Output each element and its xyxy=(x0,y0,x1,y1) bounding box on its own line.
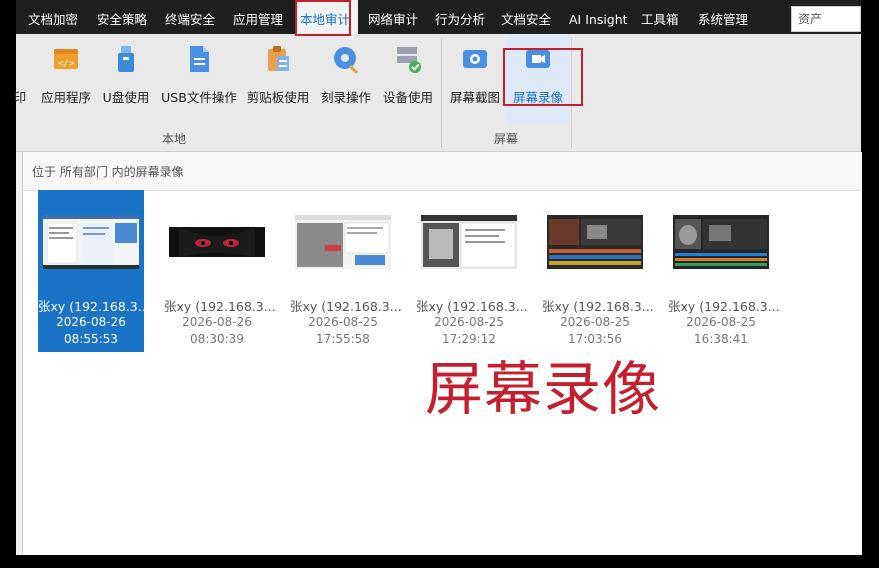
recording-date: 2026-08-25 xyxy=(308,315,378,329)
ribbon-item-label: 设备使用 xyxy=(382,90,433,105)
recording-item[interactable]: 张xy (192.168.3... 2026-08-26 08:30:39 xyxy=(164,190,276,352)
recording-item[interactable]: 张xy (192.168.3... 2026-08-25 17:29:12 xyxy=(416,190,528,352)
recording-user: 张xy (192.168.3... xyxy=(416,299,528,314)
recording-item[interactable]: 张xy (192.168.3... 2026-08-26 08:55:53 xyxy=(38,190,150,352)
ribbon-item-device-usage[interactable]: 设备使用 xyxy=(380,34,436,134)
ribbon-item-label: U盘使用 xyxy=(102,90,150,105)
ribbon-item-application[interactable]: </> 应用程序 xyxy=(38,34,94,134)
usb-drive-icon xyxy=(118,46,134,72)
tab-toolbox[interactable]: 工具箱 xyxy=(641,0,679,34)
ribbon-group-separator xyxy=(571,38,572,148)
ribbon-toolbar: 印 </> 应用程序 U盘使用 USB文件操作 剪贴板使用 刻录操作 设备使用 … xyxy=(14,34,861,152)
tab-app-management[interactable]: 应用管理 xyxy=(233,0,283,34)
recording-time: 08:55:53 xyxy=(64,332,118,346)
recording-user: 张xy (192.168.3... xyxy=(668,299,780,314)
disc-icon xyxy=(334,47,359,74)
tab-behavior-analysis[interactable]: 行为分析 xyxy=(435,0,485,34)
recording-date: 2026-08-25 xyxy=(560,315,630,329)
top-tab-bar: 文档加密 安全策略 终端安全 应用管理 本地审计 网络审计 行为分析 文档安全 … xyxy=(16,0,861,34)
document-icon xyxy=(190,46,209,72)
ribbon-item-label: 应用程序 xyxy=(40,90,91,105)
code-window-icon: </> xyxy=(54,49,78,69)
tab-local-audit[interactable]: 本地审计 xyxy=(296,0,358,34)
recording-date: 2026-08-26 xyxy=(56,315,126,329)
ribbon-item-screen-recording[interactable]: 屏幕录像 xyxy=(506,34,570,124)
clipboard-icon xyxy=(268,46,289,71)
ribbon-item-label: 印 xyxy=(13,90,27,105)
location-path: 位于 所有部门 内的屏幕录像 xyxy=(32,165,184,179)
ribbon-group-separator xyxy=(441,38,442,148)
recording-user: 张xy (192.168.3... xyxy=(38,299,150,314)
recording-user: 张xy (192.168.3... xyxy=(164,299,276,314)
ribbon-item-usb-file-ops[interactable]: USB文件操作 xyxy=(159,34,239,134)
tab-security-policy[interactable]: 安全策略 xyxy=(97,0,147,34)
ribbon-item-label: 刻录操作 xyxy=(320,90,371,105)
svg-text:</>: </> xyxy=(58,59,75,69)
ribbon-group-local-label: 本地 xyxy=(162,132,187,146)
ribbon-item-clipboard[interactable]: 剪贴板使用 xyxy=(245,34,311,134)
recording-user: 张xy (192.168.3... xyxy=(290,299,402,314)
recording-thumbnail xyxy=(169,215,265,269)
video-camera-icon xyxy=(526,50,550,68)
tab-doc-security[interactable]: 文档安全 xyxy=(501,0,551,34)
tab-network-audit[interactable]: 网络审计 xyxy=(368,0,418,34)
recording-thumbnail xyxy=(295,215,391,269)
recording-date: 2026-08-26 xyxy=(182,315,252,329)
recording-time: 16:38:41 xyxy=(694,332,748,346)
ribbon-item-print-partial[interactable]: 印 xyxy=(10,34,30,134)
search-input[interactable]: 资产 xyxy=(791,6,861,32)
recording-thumbnail xyxy=(673,215,769,269)
recording-thumbnail xyxy=(421,215,517,269)
ribbon-item-burn[interactable]: 刻录操作 xyxy=(317,34,375,134)
ribbon-item-label: 屏幕截图 xyxy=(449,90,500,105)
tab-system-management[interactable]: 系统管理 xyxy=(698,0,748,34)
camera-icon xyxy=(463,50,487,68)
tab-doc-encrypt[interactable]: 文档加密 xyxy=(28,0,78,34)
tab-endpoint-security[interactable]: 终端安全 xyxy=(165,0,215,34)
recording-time: 17:55:58 xyxy=(316,332,370,346)
device-check-icon xyxy=(397,47,421,73)
ribbon-item-usb-usage[interactable]: U盘使用 xyxy=(99,34,153,134)
ribbon-group-screen-label: 屏幕 xyxy=(494,132,519,146)
tab-ai-insight[interactable]: AI Insight xyxy=(569,0,628,34)
annotation-text: 屏幕录像 xyxy=(425,355,662,423)
recording-thumbnail xyxy=(547,215,643,269)
recording-thumbnail xyxy=(43,215,139,269)
recording-user: 张xy (192.168.3... xyxy=(542,299,654,314)
ribbon-item-label: 剪贴板使用 xyxy=(246,90,310,105)
recording-date: 2026-08-25 xyxy=(434,315,504,329)
ribbon-item-screenshot[interactable]: 屏幕截图 xyxy=(447,34,503,134)
recording-time: 08:30:39 xyxy=(190,332,244,346)
recording-item[interactable]: 张xy (192.168.3... 2026-08-25 16:38:41 xyxy=(668,190,780,352)
recording-date: 2026-08-25 xyxy=(686,315,756,329)
ribbon-item-label: 屏幕录像 xyxy=(512,90,563,105)
recording-item[interactable]: 张xy (192.168.3... 2026-08-25 17:03:56 xyxy=(542,190,654,352)
recording-item[interactable]: 张xy (192.168.3... 2026-08-25 17:55:58 xyxy=(290,190,402,352)
location-bar: 位于 所有部门 内的屏幕录像 xyxy=(23,152,862,191)
ribbon-item-label: USB文件操作 xyxy=(161,90,237,105)
